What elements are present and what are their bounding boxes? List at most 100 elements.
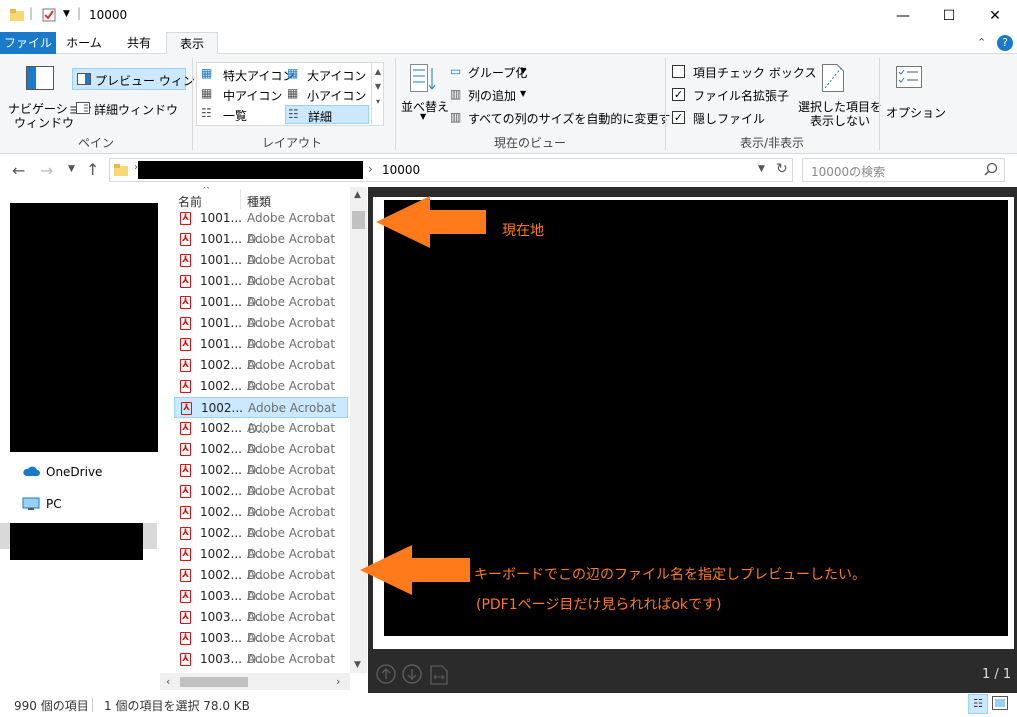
file-name: 1001... bbox=[200, 337, 242, 351]
close-button[interactable]: ✕ bbox=[972, 0, 1017, 32]
list-item[interactable]: ⅄1002...Adobe Acrobat D... bbox=[174, 397, 348, 436]
help-icon[interactable]: ? bbox=[997, 35, 1013, 51]
up-arrow-icon[interactable]: ↑ bbox=[86, 160, 99, 179]
group-by-button[interactable]: ▭ グループ化 ▼ bbox=[450, 63, 540, 81]
horizontal-scrollbar[interactable]: ‹ › bbox=[160, 673, 350, 690]
list-item[interactable]: ⅄1002...Adobe Acrobat D... bbox=[174, 502, 348, 540]
fit-width-icon[interactable] bbox=[430, 665, 448, 688]
list-item[interactable]: ⅄1002...Adobe Acrobat D... bbox=[174, 460, 348, 498]
list-item[interactable]: ⅄1002...Adobe Acrobat D... bbox=[174, 376, 348, 414]
large-icons-view-icon[interactable] bbox=[992, 696, 1008, 713]
back-arrow-icon[interactable]: ← bbox=[12, 161, 25, 180]
gallery-scroll[interactable]: ▲ ▼ ▾ bbox=[371, 63, 384, 125]
file-name: 1003... bbox=[200, 652, 242, 666]
search-icon[interactable] bbox=[984, 162, 998, 179]
hide-selected-button[interactable]: 選択した項目を 表示しない bbox=[794, 60, 882, 130]
tab-view[interactable]: 表示 bbox=[166, 32, 218, 55]
hidden-files-toggle[interactable]: ✓ 隠しファイル bbox=[672, 109, 792, 127]
list-item[interactable]: ⅄1003...Adobe Acrobat D... bbox=[174, 649, 348, 670]
prev-page-icon[interactable] bbox=[376, 664, 396, 687]
annotation-arrow-current bbox=[376, 196, 486, 248]
scroll-thumb[interactable] bbox=[180, 677, 248, 687]
selection-info: 1 個の項目を選択 78.0 KB bbox=[104, 699, 250, 713]
list-item[interactable]: ⅄ 1001... Adobe Acrobat D... bbox=[174, 334, 348, 372]
navigation-pane-button[interactable]: ナビゲーション ウィンドウ bbox=[6, 58, 92, 132]
tab-home[interactable]: ホーム bbox=[56, 32, 112, 54]
tab-file[interactable]: ファイル bbox=[0, 32, 56, 54]
forward-arrow-icon[interactable]: → bbox=[40, 161, 53, 180]
list-item[interactable]: ⅄1002...Adobe Acrobat D... bbox=[174, 481, 348, 519]
sort-ascending-icon: ^ bbox=[202, 187, 211, 196]
list-item[interactable]: ⅄ 1001... Adobe Acrobat D... bbox=[174, 250, 348, 288]
layout-details[interactable]: ☷ 詳細 bbox=[285, 105, 369, 124]
maximize-button[interactable]: ☐ bbox=[926, 0, 972, 32]
minimize-button[interactable]: — bbox=[880, 0, 926, 32]
vertical-scrollbar[interactable]: ▲ ▼ bbox=[350, 187, 367, 673]
scroll-up-icon[interactable]: ▲ bbox=[354, 190, 361, 200]
scroll-right-icon[interactable]: › bbox=[336, 675, 340, 688]
properties-icon[interactable] bbox=[42, 8, 56, 25]
annotation-arrow-want bbox=[360, 545, 470, 595]
add-column-label: 列の追加 bbox=[468, 89, 517, 103]
scroll-down-icon[interactable]: ▼ bbox=[354, 660, 361, 670]
ribbon-collapse-icon[interactable]: ⌃ bbox=[977, 36, 986, 49]
tab-share[interactable]: 共有 bbox=[112, 32, 166, 54]
pdf-icon: ⅄ bbox=[180, 443, 191, 456]
list-item[interactable]: ⅄1002...Adobe Acrobat D... bbox=[174, 544, 348, 582]
checkbox[interactable] bbox=[672, 65, 685, 78]
pdf-icon: ⅄ bbox=[180, 254, 191, 267]
layout-m-icons[interactable]: ▦ 中アイコン bbox=[201, 85, 287, 103]
ribbon: ナビゲーション ウィンドウ プレビュー ウィンドウ 詳細ウィンドウ ペイン ▦ 特… bbox=[0, 54, 1017, 154]
fit-columns-button[interactable]: ▥ すべての列のサイズを自動的に変更する bbox=[450, 109, 682, 127]
scroll-left-icon[interactable]: ‹ bbox=[166, 675, 170, 688]
checkbox[interactable]: ✓ bbox=[672, 111, 685, 124]
group-label-layout: レイアウト bbox=[261, 136, 322, 150]
next-page-icon[interactable] bbox=[402, 664, 422, 687]
options-button[interactable]: オプション bbox=[884, 60, 946, 130]
file-extension-toggle[interactable]: ✓ ファイル名拡張子 bbox=[672, 86, 792, 104]
breadcrumb-current[interactable]: 10000 bbox=[382, 163, 420, 177]
navigation-pane-icon bbox=[26, 66, 54, 93]
scroll-thumb[interactable] bbox=[352, 211, 365, 229]
chevron-down-icon: ▼ bbox=[420, 112, 427, 121]
layout-l-icons[interactable]: ▦ 大アイコン bbox=[287, 65, 371, 83]
list-item[interactable]: ⅄1002...Adobe Acrobat D... bbox=[174, 355, 348, 393]
list-item[interactable]: ⅄1002...Adobe Acrobat D... bbox=[174, 418, 348, 456]
search-input[interactable]: 10000の検索 bbox=[802, 158, 1005, 182]
list-item[interactable]: ⅄1002...Adobe Acrobat D... bbox=[174, 439, 348, 477]
nav-label: OneDrive bbox=[46, 465, 103, 479]
list-item[interactable]: ⅄1003...Adobe Acrobat D... bbox=[174, 628, 348, 666]
details-pane-button[interactable]: 詳細ウィンドウ bbox=[72, 98, 186, 120]
list-item[interactable]: ⅄1002...Adobe Acrobat D... bbox=[174, 523, 348, 561]
nav-item-onedrive[interactable]: OneDrive bbox=[22, 463, 152, 483]
layout-list[interactable]: ☷ 一覧 bbox=[201, 105, 287, 123]
details-view-icon[interactable]: ☷ bbox=[968, 694, 988, 714]
list-item[interactable]: ⅄ 1001... Adobe Acrobat D... bbox=[174, 292, 348, 330]
recent-dropdown-icon[interactable]: ▼ bbox=[68, 164, 75, 174]
list-item[interactable]: ⅄ 1001... Adobe Acrobat D... bbox=[174, 229, 348, 267]
layout-xl-icons[interactable]: ▦ 特大アイコン bbox=[201, 65, 294, 83]
list-item[interactable]: ⅄1003...Adobe Acrobat D... bbox=[174, 607, 348, 645]
preview-pane-button[interactable]: プレビュー ウィンドウ bbox=[72, 68, 219, 90]
add-column-icon: ▥ bbox=[450, 87, 462, 101]
list-item[interactable]: ⅄ 1001... Adobe Acrobat D... bbox=[174, 313, 348, 351]
layout-icon: ▦ bbox=[287, 66, 299, 80]
pdf-icon: ⅄ bbox=[180, 611, 191, 624]
add-column-button[interactable]: ▥ 列の追加 ▼ bbox=[450, 86, 540, 104]
refresh-icon[interactable]: ↻ bbox=[776, 161, 788, 177]
sort-button[interactable]: 並べ替え ▼ bbox=[400, 60, 449, 130]
list-item[interactable]: ⅄1002...Adobe Acrobat D... bbox=[174, 565, 348, 603]
list-item[interactable]: ⅄ 1001... Adobe Acrobat D... bbox=[174, 208, 348, 246]
file-list: ^ 名前 種類 ⅄ 1001... Adobe Acrobat D... ⅄ 1001.… bbox=[160, 187, 350, 673]
checkbox[interactable]: ✓ bbox=[672, 88, 685, 101]
address-dropdown-icon[interactable]: ▼ bbox=[758, 164, 765, 174]
layout-s-icons[interactable]: ▦ 小アイコン bbox=[287, 85, 371, 103]
list-item[interactable]: ⅄ 1001... Adobe Acrobat D... bbox=[174, 271, 348, 309]
navigation-pane: OneDrive PC bbox=[0, 187, 160, 690]
pdf-icon: ⅄ bbox=[181, 402, 192, 415]
address-input[interactable]: › › 10000 ▼ ↻ bbox=[109, 158, 793, 182]
item-checkbox-toggle[interactable]: 項目チェック ボックス bbox=[672, 63, 816, 81]
nav-item-pc[interactable]: PC bbox=[22, 495, 152, 515]
list-item[interactable]: ⅄1003...Adobe Acrobat D... bbox=[174, 586, 348, 624]
quick-access-dropdown-icon[interactable]: ▼ bbox=[63, 9, 70, 19]
